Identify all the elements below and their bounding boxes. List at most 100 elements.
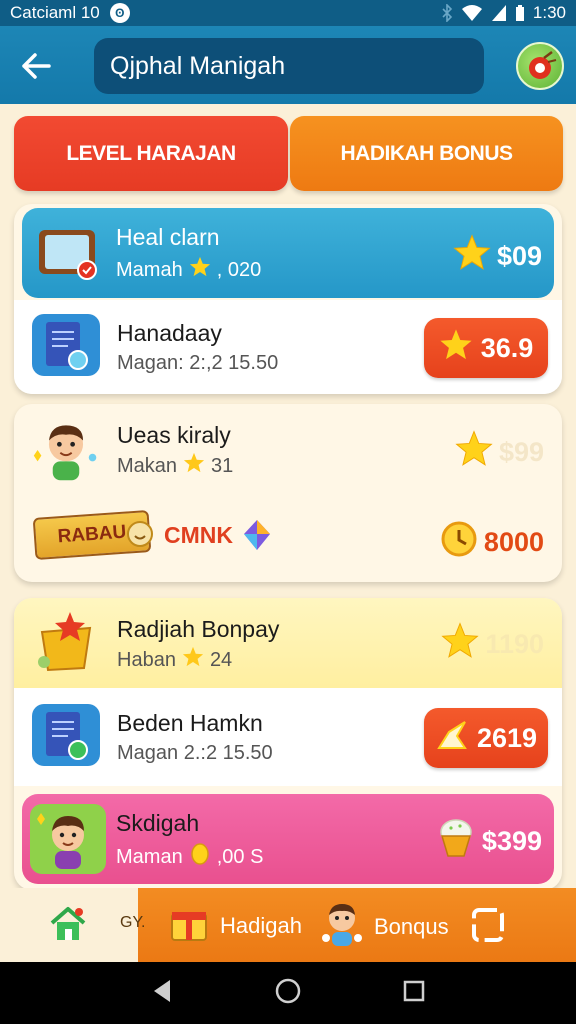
price-label: 8000: [440, 520, 544, 565]
item-subtitle-left: Maman: [116, 845, 183, 868]
item-title: Heal clarn: [116, 224, 220, 250]
apple-target-icon: [529, 51, 557, 79]
back-button[interactable]: [18, 48, 54, 84]
recents-nav-icon[interactable]: [402, 979, 426, 1008]
page-title: Qjphal Manigah: [94, 38, 484, 94]
star-icon: [439, 328, 473, 369]
item-subtitle: Haban 24: [117, 646, 232, 674]
kite-icon: [242, 518, 272, 557]
tab-level-label: LEVEL HARAJAN: [66, 141, 236, 165]
item-subtitle-left: Magan: 2:,2 15.50: [117, 352, 279, 374]
nav-hadigah[interactable]: Hadigah: [168, 902, 302, 950]
item-subtitle-left: Makan: [117, 454, 178, 477]
item-subtitle: Maman ,00 S: [116, 842, 263, 872]
bottom-nav: GY. Hadigah Bonqus: [0, 888, 576, 962]
notification-icon: ʘ: [109, 3, 130, 23]
home-nav-icon[interactable]: [274, 977, 302, 1010]
clock: 1:30: [532, 3, 566, 22]
tab-level[interactable]: LEVEL HARAJAN: [14, 116, 288, 191]
arrow-left-icon: [22, 53, 51, 79]
reward-card: Radjiah Bonpay Haban 24 1190 Beden Hamkn…: [14, 598, 562, 890]
price-button[interactable]: 2619: [424, 708, 548, 768]
reward-card: Ueas kiraly Makan 31 $99 RABAU CMNK 8000: [14, 404, 562, 582]
price-label: $09: [453, 234, 542, 279]
item-subtitle-left: Mamah: [116, 258, 183, 281]
star-icon: [182, 646, 204, 674]
carrier-label: Catciaml 10: [10, 3, 100, 22]
price-label: $99: [455, 430, 544, 475]
book-icon: [30, 704, 102, 766]
system-nav-bar: [0, 962, 576, 1024]
boy-character-icon: [320, 900, 364, 954]
item-subtitle: Makan 31: [117, 452, 233, 480]
item-subtitle: Magan 2.:2 15.50: [117, 742, 273, 765]
page-title-text: Qjphal Manigah: [110, 51, 286, 80]
list-item[interactable]: Beden Hamkn Magan 2.:2 15.50 2619: [14, 688, 562, 786]
price-button[interactable]: 36.9: [424, 318, 548, 378]
profile-avatar[interactable]: [516, 42, 564, 90]
tab-bonus-label: HADIKAH BONUS: [340, 141, 514, 165]
item-title: Hanadaay: [117, 320, 222, 346]
reward-card: Heal clarn Mamah , 020 $09 Hanadaay Maga…: [14, 204, 562, 394]
nav-bonus[interactable]: Bonqus: [320, 900, 449, 954]
home-icon[interactable]: [48, 903, 88, 948]
star-icon: [455, 430, 493, 475]
price-value: $09: [496, 241, 542, 271]
nav-hadigah-label: Hadigah: [220, 913, 302, 938]
book-icon: [30, 314, 102, 376]
rice-bowl-icon: [436, 816, 476, 867]
item-title: Radjiah Bonpay: [117, 616, 280, 642]
item-subtitle-right: ,00 S: [216, 845, 264, 868]
item-title: Beden Hamkn: [117, 710, 263, 736]
item-title: Ueas kiraly: [117, 422, 231, 448]
price-value: $99: [498, 437, 544, 467]
item-subtitle-right: , 020: [216, 258, 262, 281]
item-subtitle-right: 24: [209, 648, 233, 671]
price-value: 36.9: [480, 332, 534, 363]
list-item[interactable]: Heal clarn Mamah , 020 $09: [22, 208, 554, 298]
gift-box-icon: [168, 902, 210, 950]
tab-bonus[interactable]: HADIKAH BONUS: [290, 116, 563, 191]
coin-icon: [189, 842, 211, 872]
list-item[interactable]: RABAU CMNK 8000: [14, 500, 562, 582]
price-value: 2619: [476, 722, 538, 753]
star-icon: [453, 234, 491, 279]
app-bar: Qjphal Manigah: [0, 26, 576, 104]
star-icon: [183, 452, 205, 480]
list-item[interactable]: Skdigah Maman ,00 S $399: [22, 794, 554, 884]
star-icon: [441, 622, 480, 667]
price-value: 1190: [485, 629, 544, 659]
boy-character-icon: [30, 804, 106, 874]
item-subtitle: Magan: 2:,2 15.50: [117, 352, 278, 375]
status-bar: Catciaml 10 ʘ 1:30: [0, 0, 576, 26]
nav-bonus-label: Bonqus: [374, 914, 449, 939]
banner-label: RABAU: [57, 521, 127, 548]
item-subtitle-left: Haban: [117, 648, 176, 671]
sparkle-icon: [435, 718, 469, 759]
tablet-icon: [32, 222, 104, 284]
wifi-icon: [461, 4, 483, 22]
list-item[interactable]: Radjiah Bonpay Haban 24 1190: [14, 598, 562, 688]
signal-icon: [491, 4, 507, 22]
item-title: Skdigah: [116, 810, 200, 836]
list-item[interactable]: Hanadaay Magan: 2:,2 15.50 36.9: [14, 300, 562, 394]
menu-icon[interactable]: [470, 906, 506, 950]
smiley-icon: [126, 520, 154, 553]
item-subtitle-left: Magan 2.:2 15.50: [117, 742, 273, 764]
price-value: $399: [481, 826, 542, 856]
gift-bucket-icon: [30, 610, 102, 672]
battery-icon: [515, 4, 525, 22]
clock-icon: [440, 520, 478, 565]
back-nav-icon[interactable]: [150, 978, 174, 1009]
item-subtitle: Mamah , 020: [116, 256, 261, 284]
bluetooth-icon: [441, 4, 453, 22]
list-item[interactable]: Ueas kiraly Makan 31 $99: [14, 404, 562, 500]
nav-orange-zone: GY. Hadigah Bonqus: [116, 888, 576, 962]
star-icon: [189, 256, 211, 284]
nav-partial-label[interactable]: GY.: [120, 914, 146, 932]
price-label: 1190: [441, 622, 544, 667]
banner-right-label: CMNK: [164, 522, 233, 548]
price-value: 8000: [483, 527, 544, 557]
item-subtitle-right: 31: [211, 454, 234, 477]
price-label: $399: [436, 816, 542, 867]
